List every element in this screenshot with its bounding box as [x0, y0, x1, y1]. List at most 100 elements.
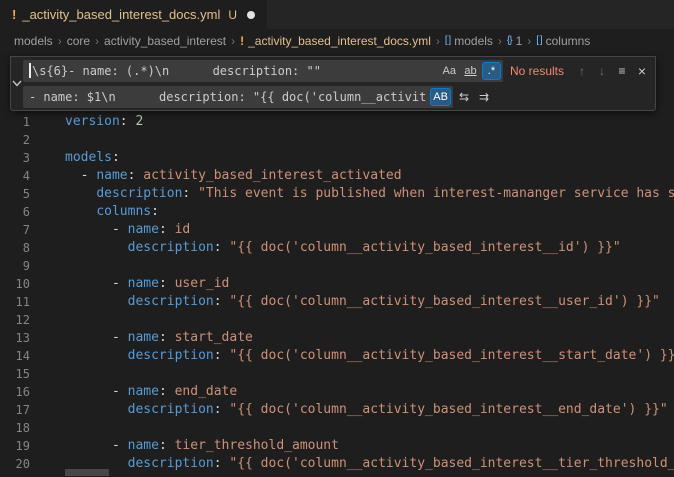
line-number: 6: [0, 203, 30, 221]
breadcrumb-item-models-folder[interactable]: models: [14, 34, 53, 48]
code-line[interactable]: 13 - name: start_date: [0, 329, 674, 347]
code-line[interactable]: 7 - name: id: [0, 221, 674, 239]
replace-options: AB: [430, 88, 451, 106]
replace-value-text: - name: $1\n description: "{{ doc('colum…: [29, 90, 426, 104]
line-number: 5: [0, 185, 30, 203]
breadcrumb-separator: ›: [231, 34, 235, 48]
breadcrumb-item-symbol-columns[interactable]: [ ]columns: [536, 34, 590, 48]
horizontal-scrollbar-thumb[interactable]: [65, 469, 109, 476]
replace-all-button[interactable]: ⇉: [475, 88, 493, 106]
line-number: 7: [0, 221, 30, 239]
find-next-button[interactable]: ↓: [593, 62, 611, 80]
line-content: description: "{{ doc('column__activity_b…: [65, 239, 621, 257]
line-content: - name: id: [65, 221, 190, 239]
line-content: description: "{{ doc('column__activity_b…: [65, 455, 674, 473]
breadcrumb-item-core[interactable]: core: [67, 34, 90, 48]
code-line[interactable]: 11 description: "{{ doc('column__activit…: [0, 293, 674, 311]
match-case-toggle[interactable]: Aa: [440, 62, 459, 80]
code-area: 1 version: 223models:4 - name: activity_b…: [0, 52, 674, 473]
code-line[interactable]: 1 version: 2: [0, 113, 674, 131]
yaml-warning-icon: !: [12, 7, 16, 22]
code-line[interactable]: 6 columns:: [0, 203, 674, 221]
line-number: 17: [0, 401, 30, 419]
line-number: 11: [0, 293, 30, 311]
code-line[interactable]: 19 - name: tier_threshold_amount: [0, 437, 674, 455]
tab-bar: ! _activity_based_interest_docs.yml U: [0, 0, 674, 29]
line-number: 13: [0, 329, 30, 347]
breadcrumb-item-symbol-models[interactable]: [ ]models: [445, 34, 493, 48]
warning-icon: !: [240, 34, 244, 48]
vscode-window: ! _activity_based_interest_docs.yml U mo…: [0, 0, 674, 477]
code-line[interactable]: 5 description: "This event is published …: [0, 185, 674, 203]
code-line[interactable]: 16 - name: end_date: [0, 383, 674, 401]
preserve-case-toggle[interactable]: AB: [430, 88, 451, 106]
line-number: 16: [0, 383, 30, 401]
code-line[interactable]: 17 description: "{{ doc('column__activit…: [0, 401, 674, 419]
find-row: \s{6}- name: (.*)\n description: "" Aa a…: [23, 60, 651, 82]
line-content: - name: tier_threshold_amount: [65, 437, 339, 455]
breadcrumb-separator: ›: [436, 34, 440, 48]
line-content: columns:: [65, 203, 159, 221]
line-content: description: "{{ doc('column__activity_b…: [65, 347, 674, 365]
find-in-selection-button[interactable]: ≡: [613, 62, 631, 80]
line-number: 8: [0, 239, 30, 257]
whole-word-toggle[interactable]: ab: [461, 62, 480, 80]
code-line[interactable]: 12: [0, 311, 674, 329]
line-number: 9: [0, 257, 30, 275]
code-line[interactable]: 18: [0, 419, 674, 437]
line-number: 19: [0, 437, 30, 455]
breadcrumb-item-activity-based-interest[interactable]: activity_based_interest: [104, 34, 226, 48]
line-content: description: "{{ doc('column__activity_b…: [65, 293, 660, 311]
editor-tab[interactable]: ! _activity_based_interest_docs.yml U: [0, 0, 268, 29]
code-line[interactable]: 3models:: [0, 149, 674, 167]
chevron-down-icon: [12, 80, 22, 87]
editor-pane[interactable]: 1 version: 223models:4 - name: activity_b…: [0, 52, 674, 477]
breadcrumb-separator: ›: [58, 34, 62, 48]
find-widget-rows: \s{6}- name: (.*)\n description: "" Aa a…: [23, 57, 655, 110]
tab-title: _activity_based_interest_docs.yml: [22, 7, 220, 22]
code-line[interactable]: 4 - name: activity_based_interest_activa…: [0, 167, 674, 185]
line-number: 10: [0, 275, 30, 293]
breadcrumb-item-file[interactable]: !_activity_based_interest_docs.yml: [240, 34, 431, 48]
breadcrumb-separator: ›: [498, 34, 502, 48]
replace-row: - name: $1\n description: "{{ doc('colum…: [23, 86, 651, 108]
line-content: models:: [65, 149, 120, 167]
symbol-array-icon: [ ]: [445, 35, 450, 46]
line-number: 20: [0, 455, 30, 473]
code-line[interactable]: 15: [0, 365, 674, 383]
find-options: Aa ab .*: [440, 62, 501, 80]
line-number: 1: [0, 113, 30, 131]
git-status-badge: U: [228, 8, 237, 22]
line-content: - name: start_date: [65, 329, 253, 347]
close-find-widget-button[interactable]: ×: [633, 62, 651, 80]
line-number: 12: [0, 311, 30, 329]
code-line[interactable]: 9: [0, 257, 674, 275]
replace-one-button[interactable]: ⇆: [455, 88, 473, 106]
replace-input[interactable]: - name: $1\n description: "{{ doc('colum…: [23, 86, 453, 108]
breadcrumb-separator: ›: [527, 34, 531, 48]
breadcrumb-separator: ›: [95, 34, 99, 48]
code-line[interactable]: 2: [0, 131, 674, 149]
symbol-array-icon: [ ]: [536, 35, 541, 46]
code-line[interactable]: 10 - name: user_id: [0, 275, 674, 293]
regex-toggle[interactable]: .*: [482, 62, 501, 80]
line-content: description: "This event is published wh…: [65, 185, 674, 203]
symbol-object-icon: {}: [507, 35, 512, 46]
code-line[interactable]: 8 description: "{{ doc('column__activity…: [0, 239, 674, 257]
breadcrumb: models › core › activity_based_interest …: [0, 29, 674, 52]
line-content: version: 2: [65, 113, 143, 131]
find-results-count: No results: [510, 64, 564, 78]
line-content: - name: user_id: [65, 275, 229, 293]
text-cursor: [29, 63, 31, 78]
line-number: 18: [0, 419, 30, 437]
toggle-replace-button[interactable]: [11, 57, 23, 110]
unsaved-indicator-dot[interactable]: [247, 11, 255, 19]
find-previous-button[interactable]: ↑: [573, 62, 591, 80]
code-line[interactable]: 14 description: "{{ doc('column__activit…: [0, 347, 674, 365]
find-input[interactable]: \s{6}- name: (.*)\n description: "" Aa a…: [23, 60, 503, 82]
line-content: description: "{{ doc('column__activity_b…: [65, 401, 668, 419]
line-content: - name: activity_based_interest_activate…: [65, 167, 402, 185]
line-number: 4: [0, 167, 30, 185]
line-number: 15: [0, 365, 30, 383]
breadcrumb-item-symbol-1[interactable]: {}1: [507, 34, 522, 48]
